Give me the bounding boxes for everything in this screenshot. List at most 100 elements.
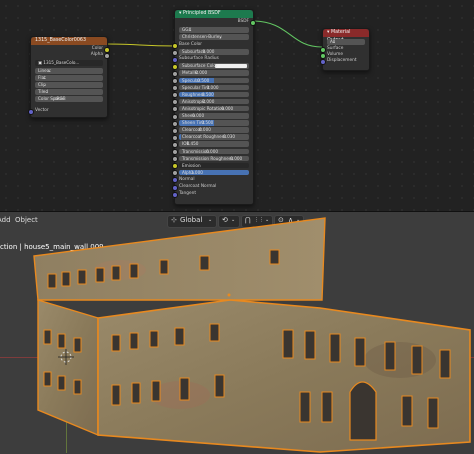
principled-bsdf-node[interactable]: ▾ Principled BSDF BSDF GGX⌄ Christensen-…	[172, 9, 256, 205]
bsdf-param-value: 0.500	[201, 120, 214, 126]
extension-dropdown[interactable]: Clip⌄	[35, 82, 103, 88]
bsdf-param-value: 0.000	[221, 105, 234, 111]
target-dropdown[interactable]: All⌄	[327, 39, 365, 45]
left-wing-wall	[37, 299, 99, 437]
bsdf-input-socket[interactable]	[172, 163, 178, 170]
output-alpha-socket[interactable]	[104, 52, 110, 59]
bsdf-input-socket[interactable]	[172, 78, 178, 84]
material-output-node[interactable]: ▾ Material Output All⌄ Surface Volume Di…	[320, 28, 370, 71]
chevron-down-icon: ⌄	[45, 89, 49, 94]
bsdf-input-socket[interactable]	[172, 106, 178, 113]
image-datablock-field[interactable]: ▣ 1315_BaseColo...	[35, 60, 103, 66]
material-output-node-header[interactable]: ▾ Material Output	[323, 29, 369, 43]
bsdf-param-label: Subsurface Color	[182, 63, 218, 69]
bsdf-param-field[interactable]: Clearcoat Roughness0.030	[179, 134, 249, 140]
bsdf-param-field[interactable]: Specular Tint0.000	[179, 84, 249, 91]
input-surface-socket[interactable]	[320, 46, 326, 53]
output-alpha-label: Alpha	[90, 52, 103, 57]
bsdf-param-field[interactable]: Metallic0.000	[179, 70, 249, 76]
bsdf-input-socket[interactable]	[172, 99, 178, 106]
bsdf-input-socket[interactable]	[172, 120, 178, 127]
building-mesh[interactable]	[0, 211, 474, 453]
output-color-label: Color	[91, 46, 103, 51]
input-volume-socket[interactable]	[320, 52, 326, 59]
bsdf-param-field[interactable]: Sheen Tint0.500	[179, 120, 249, 126]
bsdf-param-field[interactable]: Subsurface Color	[179, 63, 249, 69]
bsdf-param-value: 0.000	[206, 84, 219, 90]
bsdf-input-socket[interactable]	[172, 156, 178, 163]
subsurface-method-value: Christensen-Burley	[182, 34, 222, 39]
value-fill-bar	[179, 134, 182, 140]
output-color-socket[interactable]	[104, 46, 110, 53]
input-surface-label: Surface	[327, 46, 344, 51]
chevron-down-icon: ⌄	[42, 75, 47, 80]
source-dropdown[interactable]: Tiled⌄	[35, 89, 103, 95]
bsdf-input-socket[interactable]	[172, 92, 178, 99]
bsdf-input-socket[interactable]	[172, 127, 178, 134]
bsdf-param-field[interactable]: IOR1.450	[179, 141, 249, 147]
bsdf-param-field[interactable]: Anisotropic0.000	[179, 98, 249, 105]
chevron-down-icon: ⌄	[48, 68, 52, 73]
subsurface-method-dropdown[interactable]: Christensen-Burley⌄	[179, 34, 249, 40]
interpolation-dropdown[interactable]: Linear⌄	[35, 68, 103, 74]
projection-dropdown[interactable]: Flat⌄	[35, 75, 103, 81]
origin-point	[227, 293, 231, 297]
bsdf-param-value: 0.000	[195, 70, 208, 76]
shader-node-editor[interactable]: 1315_BaseColor0063 Color Alpha ▣ 1315_Ba…	[0, 0, 474, 211]
bsdf-param-label: Transmission	[182, 148, 210, 154]
color-space-value: sRGB	[54, 96, 66, 101]
arched-door	[349, 381, 377, 441]
bsdf-input-socket[interactable]	[172, 113, 178, 120]
bsdf-input-socket[interactable]	[172, 184, 178, 191]
bsdf-param-field[interactable]: Transmission Roughness0.000	[179, 155, 249, 162]
image-texture-node-title: 1315_BaseColor0063	[35, 38, 87, 43]
bsdf-input-socket[interactable]	[172, 49, 178, 56]
bsdf-input-socket[interactable]	[172, 134, 178, 141]
bsdf-input-socket[interactable]	[172, 170, 178, 177]
bsdf-param-field[interactable]: Emission	[179, 162, 249, 169]
bsdf-input-socket[interactable]	[172, 191, 178, 198]
back-upper-wall	[33, 217, 326, 301]
bsdf-input-label: Normal	[179, 176, 195, 182]
bsdf-param-value: 0.000	[206, 148, 219, 154]
input-volume-label: Volume	[327, 52, 343, 57]
bsdf-input-socket[interactable]	[172, 56, 178, 63]
bsdf-input-socket[interactable]	[172, 70, 178, 77]
bsdf-param-field[interactable]: Roughness0.500	[179, 91, 249, 98]
color-swatch[interactable]	[215, 64, 247, 68]
bsdf-param-field[interactable]: Clearcoat0.000	[179, 127, 249, 133]
bsdf-param-field[interactable]: Anisotropic Rotation0.000	[179, 105, 249, 112]
color-space-dropdown[interactable]: Color Space sRGB	[35, 96, 103, 102]
link-color-to-basecolor	[105, 43, 177, 47]
bsdf-param-label: Transmission Roughness	[182, 155, 234, 161]
input-displacement-socket[interactable]	[320, 58, 326, 65]
bsdf-input-socket[interactable]	[172, 42, 178, 49]
distribution-dropdown[interactable]: GGX⌄	[179, 27, 249, 33]
bsdf-param-value: 0.000	[230, 155, 243, 161]
bsdf-param-label: Clearcoat Roughness	[182, 134, 227, 140]
bsdf-param-field[interactable]: Transmission0.000	[179, 148, 249, 154]
bsdf-param-field[interactable]: Alpha1.000	[179, 169, 249, 176]
input-vector-socket[interactable]	[28, 108, 34, 115]
image-texture-node[interactable]: 1315_BaseColor0063 Color Alpha ▣ 1315_Ba…	[28, 36, 110, 118]
bsdf-param-value: 0.000	[198, 127, 211, 133]
bsdf-param-value: 0.000	[202, 98, 215, 104]
principled-bsdf-node-header[interactable]: ▾ Principled BSDF	[175, 10, 253, 18]
bsdf-param-field[interactable]: Specular0.500	[179, 77, 249, 83]
image-texture-node-header[interactable]: 1315_BaseColor0063	[31, 37, 107, 45]
bsdf-param-value: 1.450	[186, 141, 199, 147]
bsdf-param-field[interactable]: Sheen0.000	[179, 113, 249, 119]
bsdf-input-socket[interactable]	[172, 141, 178, 148]
bsdf-input-socket[interactable]	[172, 149, 178, 155]
bsdf-input-socket[interactable]	[172, 85, 178, 92]
bsdf-param-label: Emission	[182, 162, 201, 168]
principled-bsdf-title: Principled BSDF	[182, 11, 221, 16]
link-bsdf-to-surface	[251, 20, 323, 48]
image-name: 1315_BaseColo...	[43, 60, 80, 65]
bsdf-param-value: 1.000	[190, 169, 203, 175]
bsdf-param-field[interactable]: Subsurface0.000	[179, 49, 249, 55]
bsdf-input-socket[interactable]	[172, 177, 178, 184]
bsdf-input-socket[interactable]	[172, 63, 178, 70]
output-bsdf-socket[interactable]	[250, 19, 256, 26]
bsdf-param-label: Specular Tint	[182, 84, 210, 90]
